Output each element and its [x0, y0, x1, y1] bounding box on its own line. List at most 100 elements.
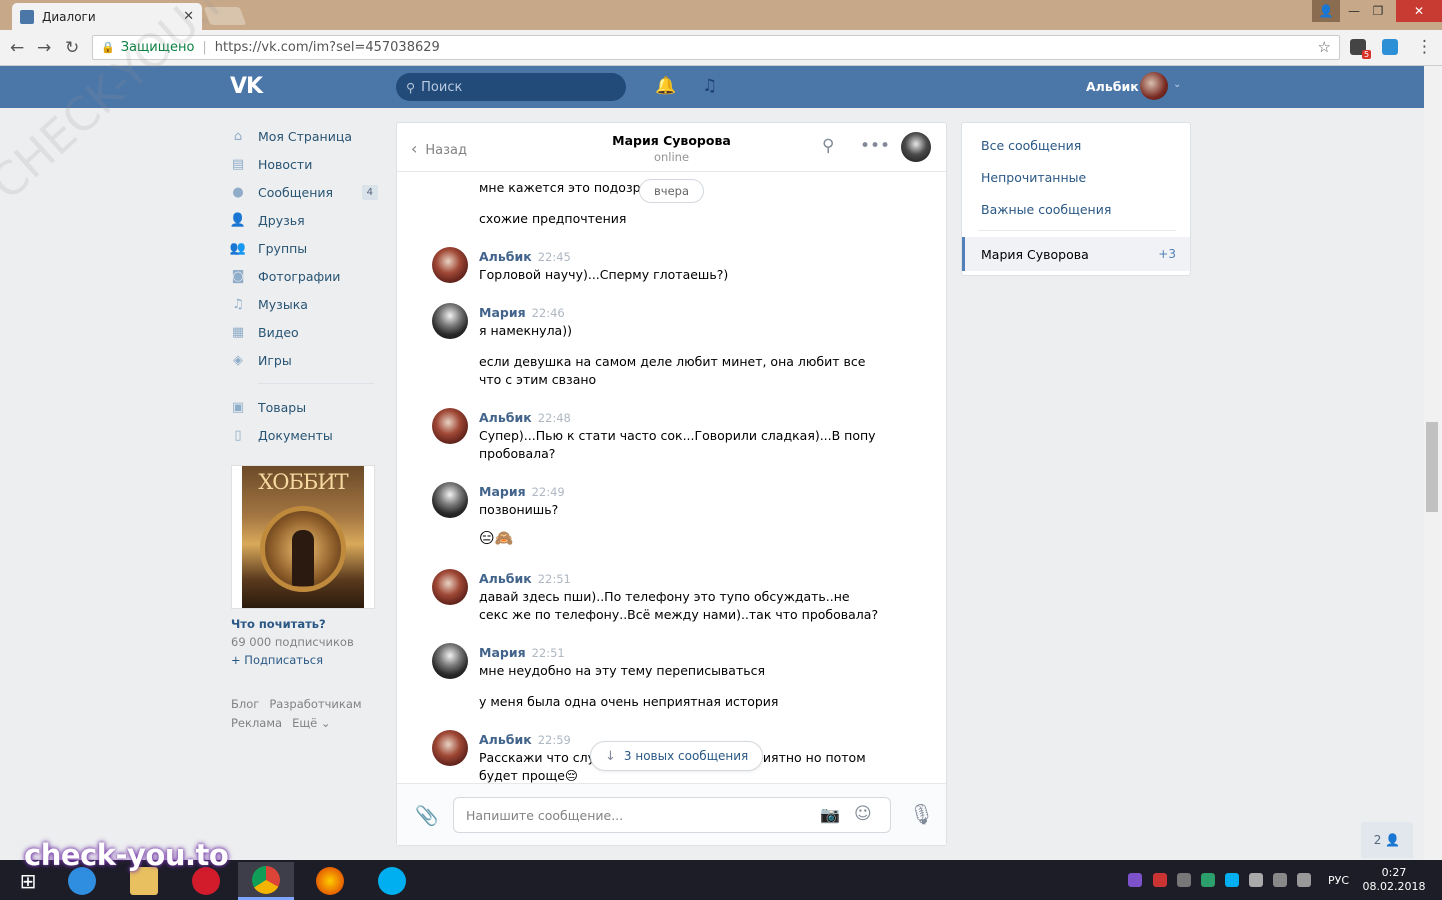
close-window-button[interactable]: ✕	[1396, 0, 1442, 22]
language-indicator[interactable]: РУС	[1328, 874, 1349, 887]
tray-tool-icon[interactable]	[1177, 873, 1191, 887]
back-arrow-icon[interactable]: ←	[10, 38, 24, 58]
avatar-maria[interactable]	[432, 643, 468, 679]
footer-link-blog[interactable]: Блог	[231, 697, 259, 711]
sidebar-item-video[interactable]: ▦ Видео	[230, 318, 390, 346]
more-actions-icon[interactable]: •••	[860, 136, 890, 156]
message-author[interactable]: Альбик 22:48	[479, 410, 571, 425]
sidebar-item-news[interactable]: ▤ Новости	[230, 150, 390, 178]
microphone-icon[interactable]: 🎙	[909, 802, 934, 826]
sidebar-item-label: Группы	[258, 240, 308, 256]
subscribe-link[interactable]: + Подписаться	[231, 653, 375, 667]
dialog-panel: ‹ Назад Мария Суворова online ⚲ ••• мне к…	[396, 122, 947, 846]
avatar-albik[interactable]	[432, 730, 468, 766]
url-bar[interactable]: 🔒 Защищено | https://vk.com/im?sel=45703…	[92, 35, 1340, 60]
taskbar-firefox[interactable]	[302, 862, 358, 900]
profile-icon[interactable]: 👤	[1312, 0, 1340, 22]
message-text: Расскажи что слу	[479, 750, 596, 765]
taskbar-chrome[interactable]	[238, 862, 294, 900]
vk-logo[interactable]: VK	[230, 74, 263, 99]
message-author[interactable]: Альбик 22:45	[479, 249, 571, 264]
ad-title[interactable]: Что почитать?	[231, 617, 375, 631]
ad-subscribers: 69 000 подписчиков	[231, 635, 354, 649]
smile-icon[interactable]: ☺	[854, 804, 872, 824]
message-feed[interactable]: мне кажется это подозрит вчера схожие пр…	[397, 173, 946, 783]
tray-expand-icon[interactable]	[1249, 873, 1263, 887]
sidebar-item-label: Новости	[258, 156, 313, 172]
taskbar-clock[interactable]: 0:27 08.02.2018	[1362, 866, 1426, 894]
search-box[interactable]: ⚲	[396, 73, 626, 101]
vk-header: VK ⚲ 🔔 ♫ Альбик ⌄	[0, 66, 1424, 108]
message-author[interactable]: Мария 22:51	[479, 645, 565, 660]
message-text: Горловой научу)...Сперму глотаешь?)	[479, 267, 729, 282]
viber-tray-icon[interactable]	[1128, 873, 1142, 887]
message-input[interactable]	[466, 807, 806, 823]
sidebar-item-messages[interactable]: ● Сообщения 4	[230, 178, 390, 206]
sidebar-item-market[interactable]: ▣ Товары	[230, 393, 390, 421]
sidebar-item-games[interactable]: ◈ Игры	[230, 346, 390, 374]
avatar-albik[interactable]	[432, 569, 468, 605]
documents-icon: ▯	[234, 427, 242, 443]
header-user-name[interactable]: Альбик	[1086, 79, 1139, 94]
message-text: схожие предпочтения	[479, 211, 627, 226]
camera-icon[interactable]: 📷	[820, 805, 840, 824]
menu-kebab-icon[interactable]: ⋮	[1416, 37, 1433, 57]
sidebar-item-documents[interactable]: ▯ Документы	[230, 421, 390, 449]
music-note-icon[interactable]: ♫	[702, 76, 717, 96]
message-author[interactable]: Мария 22:46	[479, 305, 565, 320]
peer-avatar[interactable]	[901, 132, 931, 162]
forward-arrow-icon[interactable]: →	[37, 38, 51, 58]
search-icon[interactable]: ⚲	[822, 136, 834, 156]
new-messages-button[interactable]: ↓ 3 новых сообщения	[590, 741, 764, 771]
chat-list-button[interactable]: 2 👤	[1361, 822, 1413, 858]
paperclip-icon[interactable]: 📎	[415, 804, 439, 827]
music-icon: ♫	[232, 296, 244, 312]
message-author[interactable]: Альбик 22:51	[479, 571, 571, 586]
sidebar-item-music[interactable]: ♫ Музыка	[230, 290, 390, 318]
taskbar-skype[interactable]	[364, 862, 420, 900]
reload-icon[interactable]: ↻	[65, 38, 79, 58]
avatar-maria[interactable]	[432, 482, 468, 518]
sidebar-item-photos[interactable]: ◙ Фотографии	[230, 262, 390, 290]
avatar-albik[interactable]	[432, 408, 468, 444]
messages-count-badge: 4	[361, 184, 378, 200]
bookmark-star-icon[interactable]: ☆	[1318, 38, 1331, 56]
message-text: если девушка на самом деле любит минет, …	[479, 354, 866, 387]
message-author[interactable]: Мария 22:49	[479, 484, 565, 499]
author-name: Альбик	[479, 249, 532, 264]
message-author[interactable]: Альбик 22:59	[479, 732, 571, 747]
search-input[interactable]	[421, 79, 602, 95]
avatar-albik[interactable]	[432, 247, 468, 283]
sidebar-item-friends[interactable]: 👤 Друзья	[230, 206, 390, 234]
tray-app-icon[interactable]	[1153, 873, 1167, 887]
message-time: 22:51	[537, 572, 571, 586]
footer-link-developers[interactable]: Разработчикам	[269, 697, 361, 711]
active-dialog-item[interactable]: Мария Суворова +3	[962, 237, 1190, 271]
network-icon[interactable]	[1273, 873, 1287, 887]
message-text: у меня была одна очень неприятная истори…	[479, 694, 779, 709]
footer-link-more[interactable]: Ещё ⌄	[292, 716, 330, 730]
message-time: 22:51	[531, 646, 565, 660]
filter-important[interactable]: Важные сообщения	[981, 202, 1111, 217]
tray-shield-icon[interactable]	[1201, 873, 1215, 887]
sidebar-item-my-page[interactable]: ⌂ Моя Страница	[230, 122, 390, 150]
message-input-box[interactable]: 📷 ☺	[453, 797, 891, 833]
ad-image[interactable]: ХОББИТ	[231, 465, 375, 609]
message-time: 22:59	[537, 733, 571, 747]
chevron-down-icon[interactable]: ⌄	[1173, 79, 1181, 90]
page-scrollbar-thumb[interactable]	[1426, 422, 1438, 512]
message-text: риятно но потом	[755, 750, 866, 765]
filter-unread[interactable]: Непрочитанные	[981, 170, 1086, 185]
maximize-button[interactable]: ❐	[1364, 0, 1392, 22]
footer-link-ads[interactable]: Реклама	[231, 716, 282, 730]
skype-tray-icon[interactable]	[1225, 873, 1239, 887]
sidebar-item-groups[interactable]: 👥 Группы	[230, 234, 390, 262]
header-avatar[interactable]	[1140, 72, 1168, 100]
volume-icon[interactable]	[1297, 873, 1311, 887]
shield-extension-icon[interactable]	[1382, 39, 1398, 55]
filter-all-messages[interactable]: Все сообщения	[981, 138, 1081, 153]
windows-logo-icon: ⊞	[19, 869, 37, 893]
sidebar-footer: Блог Разработчикам Реклама Ещё ⌄	[231, 695, 381, 733]
avatar-maria[interactable]	[432, 303, 468, 339]
bell-icon[interactable]: 🔔	[655, 76, 676, 96]
